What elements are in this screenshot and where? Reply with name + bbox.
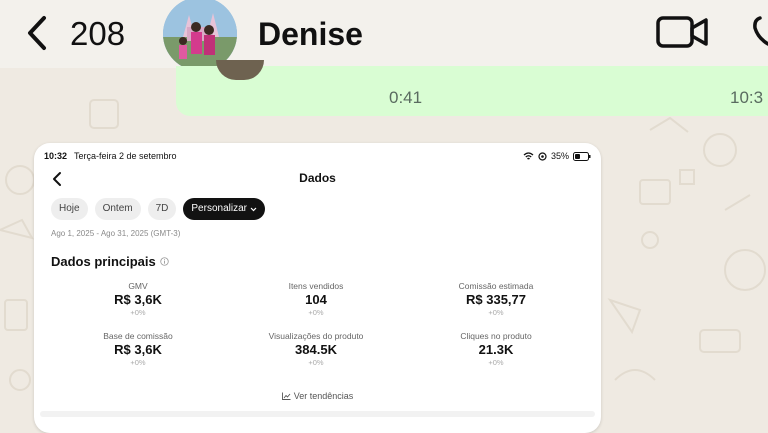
focus-icon (538, 151, 547, 161)
phone-icon[interactable] (752, 12, 768, 52)
metric-value: R$ 3,6K (114, 342, 162, 357)
section-title-text: Dados principais (51, 254, 156, 269)
metric-label: Itens vendidos (288, 281, 344, 291)
battery-percent: 35% (550, 151, 569, 161)
metric-gmv[interactable]: GMV R$ 3,6K +0% (63, 281, 213, 318)
metric-value: 104 (305, 292, 327, 307)
metric-value: 384.5K (295, 342, 337, 357)
metric-value: R$ 3,6K (114, 292, 162, 307)
message-time: 10:3 (730, 88, 764, 107)
metric-label: GMV (128, 281, 148, 291)
voice-message-bubble[interactable]: 0:41 10:3 (176, 60, 768, 116)
info-icon[interactable] (160, 257, 169, 266)
status-icons: 35% (523, 149, 591, 163)
metric-value: 21.3K (478, 342, 514, 357)
metric-label: Base de comissão (103, 331, 173, 341)
metric-estimated-commission[interactable]: Comissão estimada R$ 335,77 +0% (421, 281, 571, 318)
metric-change: +0% (308, 358, 324, 367)
trend-chart-icon (281, 392, 291, 400)
page-title: Dados (299, 171, 336, 185)
filter-custom[interactable]: Personalizar (183, 198, 265, 220)
chevron-down-icon (250, 207, 257, 211)
status-time: 10:32 (44, 151, 68, 161)
date-filters: Hoje Ontem 7D Personalizar (51, 198, 265, 220)
date-range: Ago 1, 2025 - Ago 31, 2025 (GMT-3) (51, 229, 181, 238)
video-camera-icon[interactable] (655, 14, 709, 50)
voice-duration: 0:41 (389, 88, 423, 107)
metric-commission-base[interactable]: Base de comissão R$ 3,6K +0% (63, 331, 213, 368)
filter-7d[interactable]: 7D (147, 198, 177, 220)
shared-screenshot[interactable]: 10:32 Terça-feira 2 de setembro 35% Dado… (34, 143, 601, 433)
metric-label: Visualizações do produto (268, 331, 364, 341)
metric-label: Comissão estimada (458, 281, 534, 291)
trends-link-label: Ver tendências (293, 391, 354, 401)
metric-change: +0% (488, 308, 504, 317)
battery-icon (573, 151, 591, 161)
metric-product-views[interactable]: Visualizações do produto 384.5K +0% (241, 331, 391, 368)
contact-name[interactable]: Denise (258, 14, 363, 54)
trends-link[interactable]: Ver tendências (34, 391, 601, 401)
metric-value: R$ 335,77 (466, 292, 526, 307)
next-section-edge (40, 411, 595, 417)
sender-avatar (216, 60, 264, 80)
chevron-left-icon[interactable] (22, 12, 54, 54)
metric-change: +0% (130, 308, 146, 317)
wifi-icon (523, 151, 534, 159)
metric-label: Cliques no produto (460, 331, 532, 341)
metric-change: +0% (308, 308, 324, 317)
metric-product-clicks[interactable]: Cliques no produto 21.3K +0% (421, 331, 571, 368)
filter-custom-label: Personalizar (191, 203, 247, 214)
metric-change: +0% (488, 358, 504, 367)
chat-header: 208 Denise (0, 0, 768, 71)
unread-count[interactable]: 208 (70, 14, 125, 54)
metric-items-sold[interactable]: Itens vendidos 104 +0% (241, 281, 391, 318)
metric-change: +0% (130, 358, 146, 367)
filter-today[interactable]: Hoje (51, 198, 88, 220)
filter-yesterday[interactable]: Ontem (94, 198, 141, 220)
section-title: Dados principais (51, 254, 169, 269)
status-date: Terça-feira 2 de setembro (74, 151, 177, 161)
